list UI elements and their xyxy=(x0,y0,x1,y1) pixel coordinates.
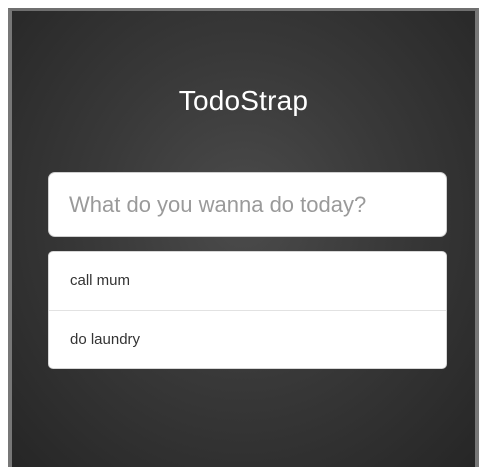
new-todo-input[interactable] xyxy=(48,172,447,237)
app-title: TodoStrap xyxy=(178,85,309,116)
todo-item[interactable]: call mum xyxy=(49,252,446,310)
app-frame: TodoStrap call mum do laundry xyxy=(8,8,479,467)
todo-list: call mum do laundry xyxy=(48,251,447,369)
todo-item[interactable]: do laundry xyxy=(49,310,446,368)
